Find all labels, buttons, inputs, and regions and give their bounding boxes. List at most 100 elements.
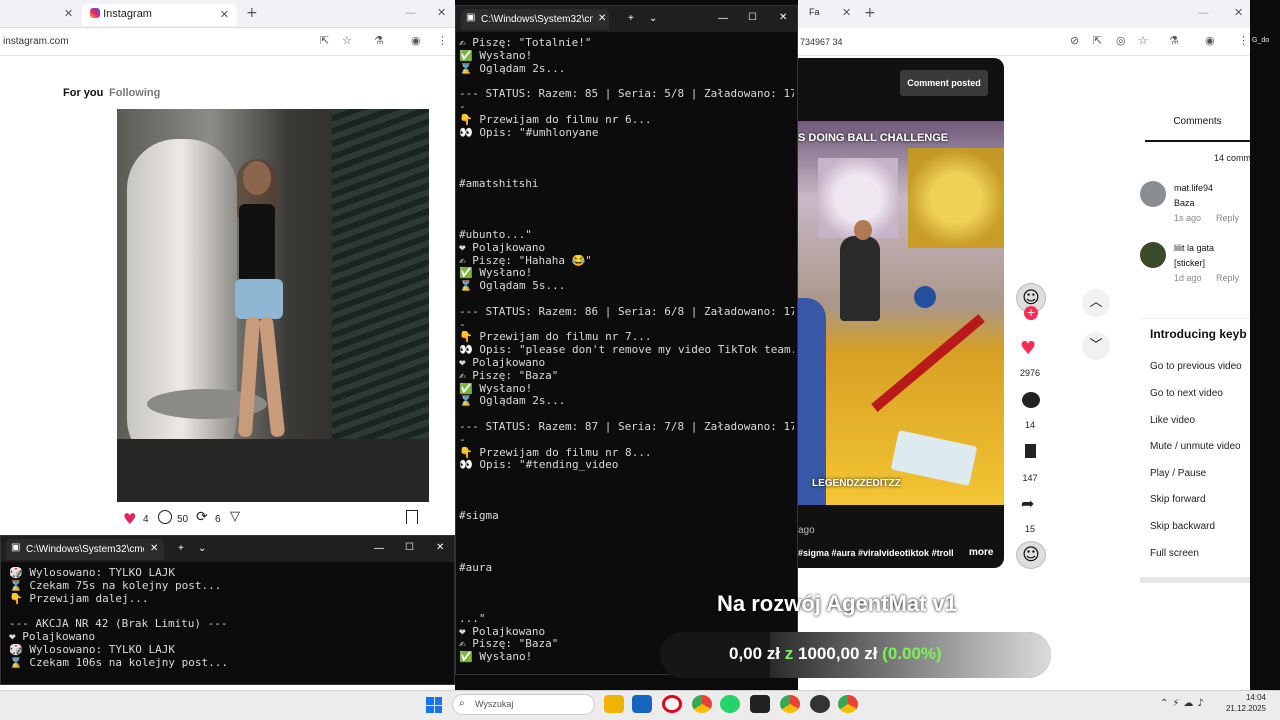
url-text: instagram.com bbox=[3, 36, 69, 47]
close-window-icon[interactable]: ✕ bbox=[436, 542, 444, 553]
terminal-icon[interactable] bbox=[750, 695, 770, 713]
tab-label[interactable]: Fa bbox=[809, 7, 820, 17]
video-hashtags[interactable]: #sigma #aura #viralvideotiktok #troll bbox=[798, 548, 958, 558]
minimize-icon[interactable]: — bbox=[405, 6, 416, 19]
save-count: 147 bbox=[1022, 473, 1038, 483]
tab-for-you[interactable]: For you bbox=[63, 87, 103, 99]
whatsapp-icon[interactable] bbox=[720, 695, 740, 713]
store-icon[interactable] bbox=[632, 695, 652, 713]
install-app-icon[interactable]: ⇱ bbox=[320, 34, 329, 47]
like-heart-icon[interactable]: ♥ bbox=[1020, 338, 1036, 359]
previous-video-chevron-up-icon[interactable]: ︿ bbox=[1082, 289, 1110, 317]
comment-username[interactable]: mat.life94 bbox=[1174, 183, 1213, 193]
tab-instagram[interactable]: Instagram ✕ bbox=[82, 4, 237, 26]
sound-disc-icon[interactable]: ☺ bbox=[1016, 541, 1046, 569]
comment-reply-button[interactable]: Reply bbox=[1216, 273, 1239, 283]
close-tab-icon[interactable]: ✕ bbox=[842, 6, 851, 19]
chevron-down-icon[interactable]: ⌄ bbox=[198, 543, 206, 554]
video-time-ago: ago bbox=[798, 525, 815, 536]
terminal-title: C:\Windows\System32\cmd.e bbox=[481, 14, 593, 25]
comment-reply-button[interactable]: Reply bbox=[1216, 213, 1239, 223]
chrome-profile-icon[interactable] bbox=[780, 695, 800, 713]
comment-icon[interactable] bbox=[158, 510, 172, 524]
chrome-icon[interactable] bbox=[692, 695, 712, 713]
menu-dots-icon[interactable]: ⋮ bbox=[1238, 34, 1249, 47]
avatar[interactable] bbox=[1140, 242, 1166, 268]
repost-icon[interactable]: ⟳ bbox=[196, 509, 208, 525]
extension-icon[interactable]: ⚗ bbox=[374, 34, 384, 47]
file-explorer-icon[interactable] bbox=[604, 695, 624, 713]
address-bar[interactable]: instagram.com ⇱ ☆ ⚗ ◉ ⋮ bbox=[0, 28, 455, 56]
avatar[interactable] bbox=[1140, 181, 1166, 207]
close-window-icon[interactable]: ✕ bbox=[1234, 6, 1243, 19]
save-bookmark-icon[interactable] bbox=[1025, 444, 1036, 458]
comment-posted-toast: Comment posted bbox=[900, 70, 988, 96]
new-tab-icon[interactable]: + bbox=[864, 5, 876, 21]
profile-icon[interactable]: ◉ bbox=[1205, 34, 1215, 47]
address-bar[interactable]: 734967 34 ⊘ ⇱ ◎ ☆ ⚗ ◉ ⋮ bbox=[798, 28, 1250, 56]
app-icon[interactable] bbox=[810, 695, 830, 713]
video-player[interactable]: S DOING BALL CHALLENGE LEGENDZZEDITZZ ag… bbox=[798, 58, 1004, 568]
follow-plus-icon[interactable]: + bbox=[1024, 306, 1038, 320]
bookmark-star-icon[interactable]: ☆ bbox=[342, 34, 352, 47]
terminal-line: --- AKCJA NR 42 (Brak Limitu) --- bbox=[9, 618, 228, 631]
system-tray-icons[interactable]: ⌃⚡☁♪ bbox=[1160, 698, 1208, 709]
windows-start-icon[interactable] bbox=[426, 697, 442, 713]
shortcut-like-video: Like video bbox=[1150, 415, 1196, 426]
comment-time: 1s ago bbox=[1174, 213, 1202, 223]
opera-icon[interactable] bbox=[662, 695, 682, 713]
donation-goal-title: Na rozwój AgentMat v1 bbox=[717, 591, 957, 616]
maximize-icon[interactable]: ☐ bbox=[748, 12, 757, 23]
tab-strip: Fa ✕ + — ✕ bbox=[798, 0, 1250, 28]
minimize-icon[interactable]: — bbox=[1198, 6, 1209, 19]
post-image[interactable] bbox=[117, 109, 429, 502]
close-tab-icon[interactable]: ✕ bbox=[220, 8, 229, 21]
like-heart-icon[interactable]: ♥ bbox=[123, 510, 136, 528]
share-send-icon[interactable]: ▽ bbox=[230, 509, 240, 524]
close-window-icon[interactable]: ✕ bbox=[779, 12, 787, 23]
save-bookmark-icon[interactable] bbox=[406, 510, 418, 524]
menu-dots-icon[interactable]: ⋮ bbox=[437, 34, 448, 47]
hide-icon[interactable]: ◎ bbox=[1116, 34, 1126, 47]
minimize-icon[interactable]: — bbox=[374, 543, 384, 554]
taskbar-search[interactable]: ⌕ Wyszukaj bbox=[452, 694, 595, 715]
donation-percent: (0.00%) bbox=[882, 644, 942, 663]
panel-divider bbox=[1140, 577, 1250, 583]
minimize-icon[interactable]: — bbox=[718, 13, 728, 24]
close-window-icon[interactable]: ✕ bbox=[437, 6, 446, 19]
terminal-line: #sigma bbox=[459, 510, 499, 523]
close-tab-icon[interactable]: ✕ bbox=[598, 13, 606, 24]
extension-icon[interactable]: ⚗ bbox=[1169, 34, 1179, 47]
close-tab-icon[interactable]: ✕ bbox=[64, 7, 73, 20]
tab-following[interactable]: Following bbox=[109, 87, 160, 99]
install-app-icon[interactable]: ⇱ bbox=[1093, 34, 1102, 47]
clock-time[interactable]: 14:04 bbox=[1226, 693, 1266, 702]
maximize-icon[interactable]: ☐ bbox=[405, 542, 414, 553]
share-arrow-icon[interactable]: ➦ bbox=[1021, 494, 1034, 513]
terminal-line: ✅ Wysłano! bbox=[459, 267, 533, 280]
new-tab-icon[interactable]: + bbox=[178, 543, 184, 554]
chevron-down-icon[interactable]: ⌄ bbox=[649, 13, 657, 24]
more-link[interactable]: more bbox=[969, 547, 993, 558]
terminal-tab[interactable]: ▣ C:\Windows\System32\cmd.e ✕ bbox=[461, 9, 609, 30]
eye-off-icon[interactable]: ⊘ bbox=[1070, 34, 1079, 47]
clock-date[interactable]: 21.12.2025 bbox=[1220, 704, 1266, 713]
comment-icon[interactable] bbox=[1022, 392, 1040, 408]
new-tab-icon[interactable]: + bbox=[628, 13, 634, 24]
next-video-chevron-down-icon[interactable]: ﹀ bbox=[1082, 332, 1110, 360]
new-tab-icon[interactable]: + bbox=[246, 5, 258, 21]
comment-username[interactable]: lilit la gata bbox=[1174, 243, 1214, 253]
bookmark-star-icon[interactable]: ☆ bbox=[1138, 34, 1148, 47]
chrome-profile-icon[interactable] bbox=[838, 695, 858, 713]
terminal-tab[interactable]: ▣ C:\Windows\System32\cmd.e ✕ bbox=[6, 539, 164, 560]
shortcut-next-video: Go to next video bbox=[1150, 388, 1223, 399]
comments-tab[interactable]: Comments bbox=[1145, 110, 1250, 142]
terminal-line: #aura bbox=[459, 561, 493, 574]
desktop-edge bbox=[1250, 0, 1280, 690]
profile-icon[interactable]: ◉ bbox=[411, 34, 421, 47]
close-tab-icon[interactable]: ✕ bbox=[150, 543, 158, 554]
